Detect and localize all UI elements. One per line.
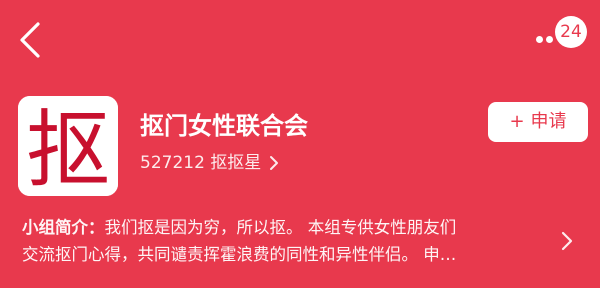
group-header: 抠 抠门女性联合会 527212 抠抠星 + 申请 xyxy=(18,96,588,196)
more-dots-icon xyxy=(536,36,543,43)
intro-line-1: 小组简介：我们抠是因为穷，所以抠。 本组专供女性朋友们 xyxy=(22,214,550,241)
intro-label: 小组简介： xyxy=(22,218,105,237)
intro-text-1: 我们抠是因为穷，所以抠。 本组专供女性朋友们 xyxy=(104,218,457,237)
member-count: 527212 xyxy=(140,153,205,173)
chevron-left-icon xyxy=(20,22,40,58)
group-intro[interactable]: 小组简介：我们抠是因为穷，所以抠。 本组专供女性朋友们 交流抠门心得，共同谴责挥… xyxy=(22,214,550,268)
top-bar: 24 xyxy=(0,0,600,80)
intro-line-2: 交流抠门心得，共同谴责挥霍浪费的同性和异性伴侣。 申… xyxy=(22,245,457,264)
group-profile-page: { "header": { "back_icon": "chevron-left… xyxy=(0,0,600,288)
plus-icon: + xyxy=(509,111,525,132)
apply-button[interactable]: + 申请 xyxy=(488,102,588,142)
more-dots-icon xyxy=(546,36,553,43)
apply-button-label: 申请 xyxy=(530,111,567,132)
chevron-right-icon[interactable] xyxy=(560,230,574,252)
group-logo-glyph: 抠 xyxy=(26,101,110,196)
group-avatar: 抠 xyxy=(18,96,118,196)
group-member-info[interactable]: 527212 抠抠星 xyxy=(140,148,279,173)
group-logo-image: 抠 xyxy=(18,96,118,196)
notification-badge[interactable]: 24 xyxy=(555,16,587,48)
back-button[interactable] xyxy=(14,18,50,62)
chevron-right-icon xyxy=(269,156,278,170)
member-title: 抠抠星 xyxy=(210,153,262,173)
group-name: 抠门女性联合会 xyxy=(140,112,308,140)
